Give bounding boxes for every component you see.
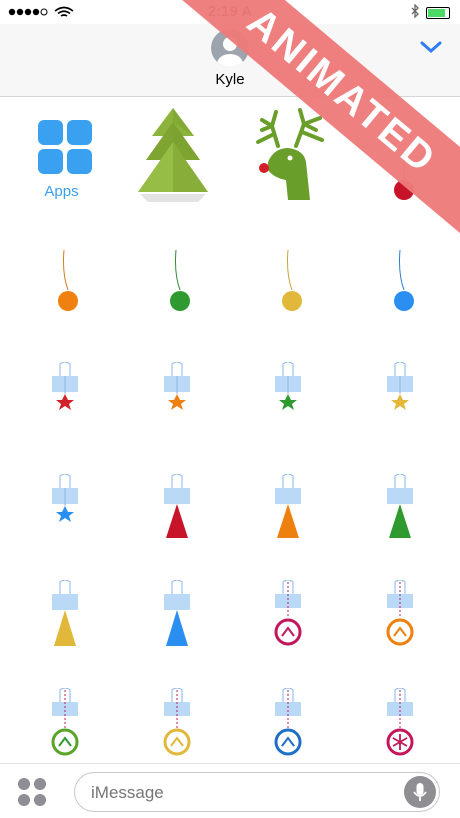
sticker-gold-bauble[interactable]	[232, 244, 347, 356]
sticker-green-star-ornament[interactable]	[232, 361, 347, 474]
compose-bar	[0, 763, 460, 818]
apps-grid-icon	[38, 120, 92, 174]
message-input[interactable]	[89, 782, 393, 804]
apps-tile[interactable]: Apps	[4, 100, 119, 212]
contact-name[interactable]: Kyle	[0, 71, 460, 88]
sticker-christmas-tree[interactable]	[116, 100, 231, 212]
app-drawer-icon[interactable]	[18, 778, 46, 806]
sticker-gold-tree-ornament[interactable]	[4, 579, 119, 692]
sticker-green-bauble[interactable]	[116, 244, 231, 356]
sticker-pink-reindeer-ornament[interactable]	[232, 579, 347, 692]
sticker-green-tree-ornament[interactable]	[348, 473, 460, 586]
sticker-orange-reindeer-ornament[interactable]	[348, 579, 460, 692]
sticker-red-star-ornament[interactable]	[4, 361, 119, 474]
sticker-blue-tree-ornament[interactable]	[116, 579, 231, 692]
chevron-down-icon[interactable]	[420, 40, 442, 59]
bluetooth-icon	[410, 3, 420, 21]
microphone-icon[interactable]	[404, 776, 436, 808]
sticker-blue-bauble[interactable]	[348, 244, 460, 356]
sticker-gold-star-ornament[interactable]	[348, 361, 460, 474]
sticker-blue-star-ornament[interactable]	[4, 473, 119, 586]
sticker-orange-bauble[interactable]	[4, 244, 119, 356]
sticker-orange-tree-ornament[interactable]	[232, 473, 347, 586]
battery-icon	[426, 6, 450, 19]
sticker-red-tree-ornament[interactable]	[116, 473, 231, 586]
sticker-orange-star-ornament[interactable]	[116, 361, 231, 474]
apps-label: Apps	[44, 183, 79, 200]
message-field[interactable]	[74, 772, 440, 812]
